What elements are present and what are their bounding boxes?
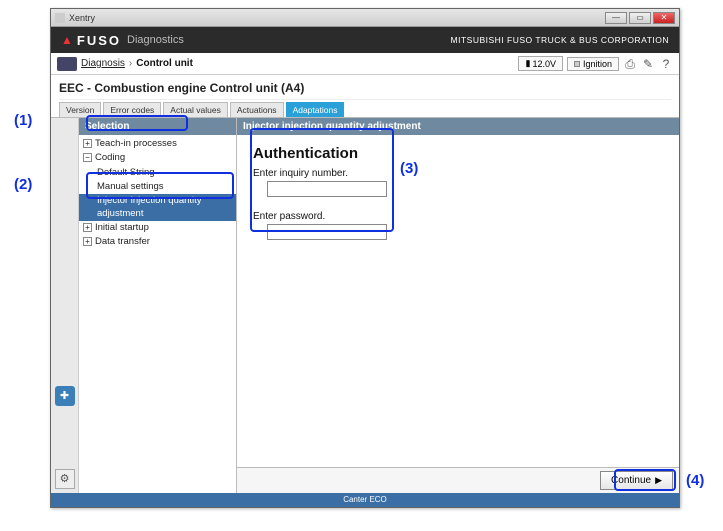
status-bar: Canter ECO — [51, 493, 679, 507]
tab-actuations[interactable]: Actuations — [230, 102, 284, 117]
ignition-indicator: Ignition — [567, 57, 619, 71]
annotation-label-1: (1) — [14, 112, 32, 129]
tree-label: Initial startup — [95, 222, 149, 234]
print-icon[interactable]: ⎙ — [623, 57, 637, 71]
inquiry-input[interactable] — [267, 181, 387, 197]
mitsubishi-logo-icon: ▲ — [61, 33, 73, 47]
tree-label: Default String — [97, 167, 155, 179]
selection-header: Selection — [79, 118, 236, 135]
help-icon[interactable]: ? — [659, 57, 673, 71]
tree-manual-settings[interactable]: Manual settings — [79, 180, 236, 194]
password-label: Enter password. — [253, 211, 663, 222]
ecu-title: EEC - Combustion engine Control unit (A4… — [59, 79, 671, 100]
tabs: Version Error codes Actual values Actuat… — [59, 102, 671, 117]
breadcrumb-current: Control unit — [136, 58, 193, 69]
tree-label: Manual settings — [97, 181, 164, 193]
expand-icon[interactable]: + — [83, 139, 92, 148]
window-title: Xentry — [69, 13, 95, 23]
ignition-dot-icon — [574, 61, 580, 67]
continue-label: Continue — [611, 475, 651, 486]
tree-label: Injector injection quantity adjustment — [97, 195, 232, 220]
left-rail: ✚ ⚙ — [51, 118, 79, 493]
settings-icon[interactable]: ✎ — [641, 57, 655, 71]
expand-icon[interactable]: + — [83, 223, 92, 232]
annotation-label-2: (2) — [14, 176, 32, 193]
tree-injector-adjustment[interactable]: Injector injection quantity adjustment — [79, 194, 236, 221]
password-input[interactable] — [267, 224, 387, 240]
brand-sub: Diagnostics — [127, 34, 184, 46]
ignition-label: Ignition — [583, 59, 612, 69]
tab-version[interactable]: Version — [59, 102, 101, 117]
app-window: Xentry — ▭ ✕ ▲ FUSO Diagnostics MITSUBIS… — [50, 8, 680, 508]
detail-header: Injector injection quantity adjustment — [237, 118, 679, 135]
content: ✚ ⚙ Selection + Teach-in processes − Cod… — [51, 117, 679, 493]
tree-label: Data transfer — [95, 236, 150, 248]
tab-actual-values[interactable]: Actual values — [163, 102, 228, 117]
close-button[interactable]: ✕ — [653, 12, 675, 24]
tree-label: Teach-in processes — [95, 138, 177, 150]
brand-bar: ▲ FUSO Diagnostics MITSUBISHI FUSO TRUCK… — [51, 27, 679, 53]
annotation-label-4: (4) — [686, 472, 704, 489]
tree-default-string[interactable]: Default String — [79, 166, 236, 180]
continue-button[interactable]: Continue ▶ — [600, 471, 673, 490]
diagnosis-icon[interactable]: ✚ — [55, 386, 75, 406]
sub-header: EEC - Combustion engine Control unit (A4… — [51, 75, 679, 117]
selection-tree: + Teach-in processes − Coding Default St… — [79, 135, 236, 493]
tree-data-transfer[interactable]: + Data transfer — [79, 235, 236, 249]
titlebar: Xentry — ▭ ✕ — [51, 9, 679, 27]
app-icon — [55, 13, 65, 23]
tree-initial-startup[interactable]: + Initial startup — [79, 221, 236, 235]
battery-icon: ▮ — [525, 58, 530, 69]
tab-error-codes[interactable]: Error codes — [103, 102, 161, 117]
maximize-button[interactable]: ▭ — [629, 12, 651, 24]
brand-name: FUSO — [77, 33, 121, 48]
tree-teach-in[interactable]: + Teach-in processes — [79, 137, 236, 151]
play-icon: ▶ — [655, 475, 662, 486]
tree-label: Coding — [95, 152, 125, 164]
expand-icon[interactable]: + — [83, 237, 92, 246]
gear-icon[interactable]: ⚙ — [55, 469, 75, 489]
collapse-icon[interactable]: − — [83, 153, 92, 162]
detail-panel: Injector injection quantity adjustment A… — [237, 118, 679, 493]
inquiry-label: Enter inquiry number. — [253, 168, 663, 179]
tree-coding[interactable]: − Coding — [79, 151, 236, 165]
breadcrumb-sep: › — [129, 58, 132, 69]
breadcrumb-link[interactable]: Diagnosis — [81, 58, 125, 69]
voltage-value: 12.0V — [532, 59, 556, 69]
detail-body: Authentication Enter inquiry number. Ent… — [237, 135, 679, 467]
brand-corp: MITSUBISHI FUSO TRUCK & BUS CORPORATION — [451, 35, 669, 45]
detail-footer: Continue ▶ — [237, 467, 679, 493]
tab-adaptations[interactable]: Adaptations — [286, 102, 345, 117]
vehicle-icon[interactable] — [57, 57, 77, 71]
minimize-button[interactable]: — — [605, 12, 627, 24]
auth-title: Authentication — [253, 145, 663, 162]
nav-bar: Diagnosis › Control unit ▮ 12.0V Ignitio… — [51, 53, 679, 75]
selection-panel: Selection + Teach-in processes − Coding … — [79, 118, 237, 493]
voltage-indicator: ▮ 12.0V — [518, 56, 562, 71]
